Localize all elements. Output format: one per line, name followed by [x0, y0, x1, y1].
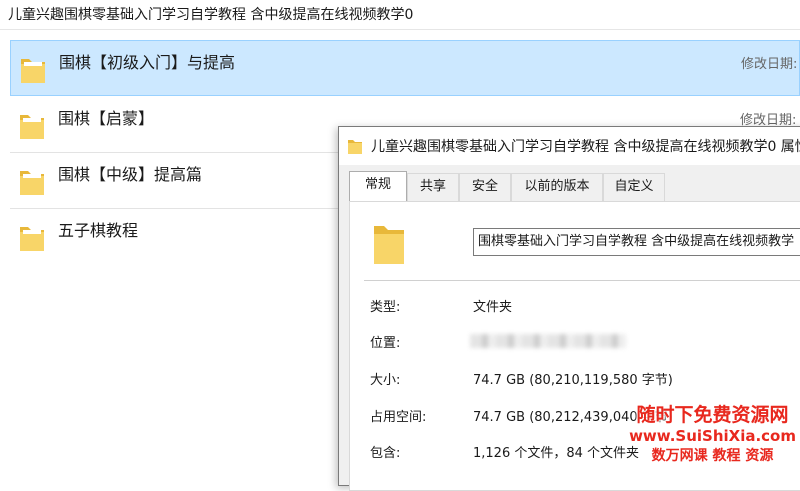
contains-label: 包含: — [370, 446, 401, 461]
folder-icon — [348, 140, 362, 154]
list-item[interactable]: 围棋【初级入门】与提高 修改日期: — [10, 40, 800, 96]
file-name: 五子棋教程 — [58, 221, 139, 240]
folder-icon — [20, 115, 44, 139]
tab-security[interactable]: 安全 — [459, 173, 511, 201]
file-name: 围棋【中级】提高篇 — [58, 165, 203, 184]
folder-icon — [20, 227, 44, 251]
watermark-line3: 数万网课 教程 资源 — [651, 448, 774, 464]
type-value: 文件夹 — [473, 300, 513, 315]
location-label: 位置: — [370, 336, 401, 351]
folder-icon — [21, 59, 45, 83]
tab-general[interactable]: 常规 — [349, 171, 407, 201]
address-breadcrumb[interactable]: 儿童兴趣围棋零基础入门学习自学教程 含中级提高在线视频教学0 — [0, 0, 800, 30]
location-value-redacted — [470, 334, 626, 348]
size-value: 74.7 GB (80,210,119,580 字节) — [473, 373, 673, 388]
divider — [364, 280, 800, 281]
dialog-title: 儿童兴趣围棋零基础入门学习自学教程 含中级提高在线视频教学0 属性 — [371, 139, 800, 155]
watermark-line2: www.SuiShiXia.com — [629, 427, 796, 445]
tab-customize[interactable]: 自定义 — [603, 173, 665, 201]
folder-icon — [20, 171, 44, 195]
dialog-titlebar[interactable]: 儿童兴趣围棋零基础入门学习自学教程 含中级提高在线视频教学0 属性 — [339, 127, 800, 165]
modified-date-label: 修改日期: — [741, 57, 798, 72]
watermark-logo: 随时下免费资源网 www.SuiShiXia.com 数万网课 教程 资源 — [629, 400, 796, 465]
tab-sharing[interactable]: 共享 — [407, 173, 459, 201]
tab-previous-versions[interactable]: 以前的版本 — [511, 173, 603, 201]
file-name: 围棋【初级入门】与提高 — [59, 53, 236, 72]
disk-size-label: 占用空间: — [370, 410, 427, 425]
type-label: 类型: — [370, 300, 401, 315]
size-label: 大小: — [370, 373, 401, 388]
folder-icon — [374, 226, 404, 264]
contains-value: 1,126 个文件，84 个文件夹 — [473, 446, 640, 461]
file-name: 围棋【启蒙】 — [58, 109, 155, 128]
folder-name-input[interactable]: 围棋零基础入门学习自学教程 含中级提高在线视频教学 — [473, 228, 800, 256]
watermark-line1: 随时下免费资源网 — [636, 404, 789, 426]
